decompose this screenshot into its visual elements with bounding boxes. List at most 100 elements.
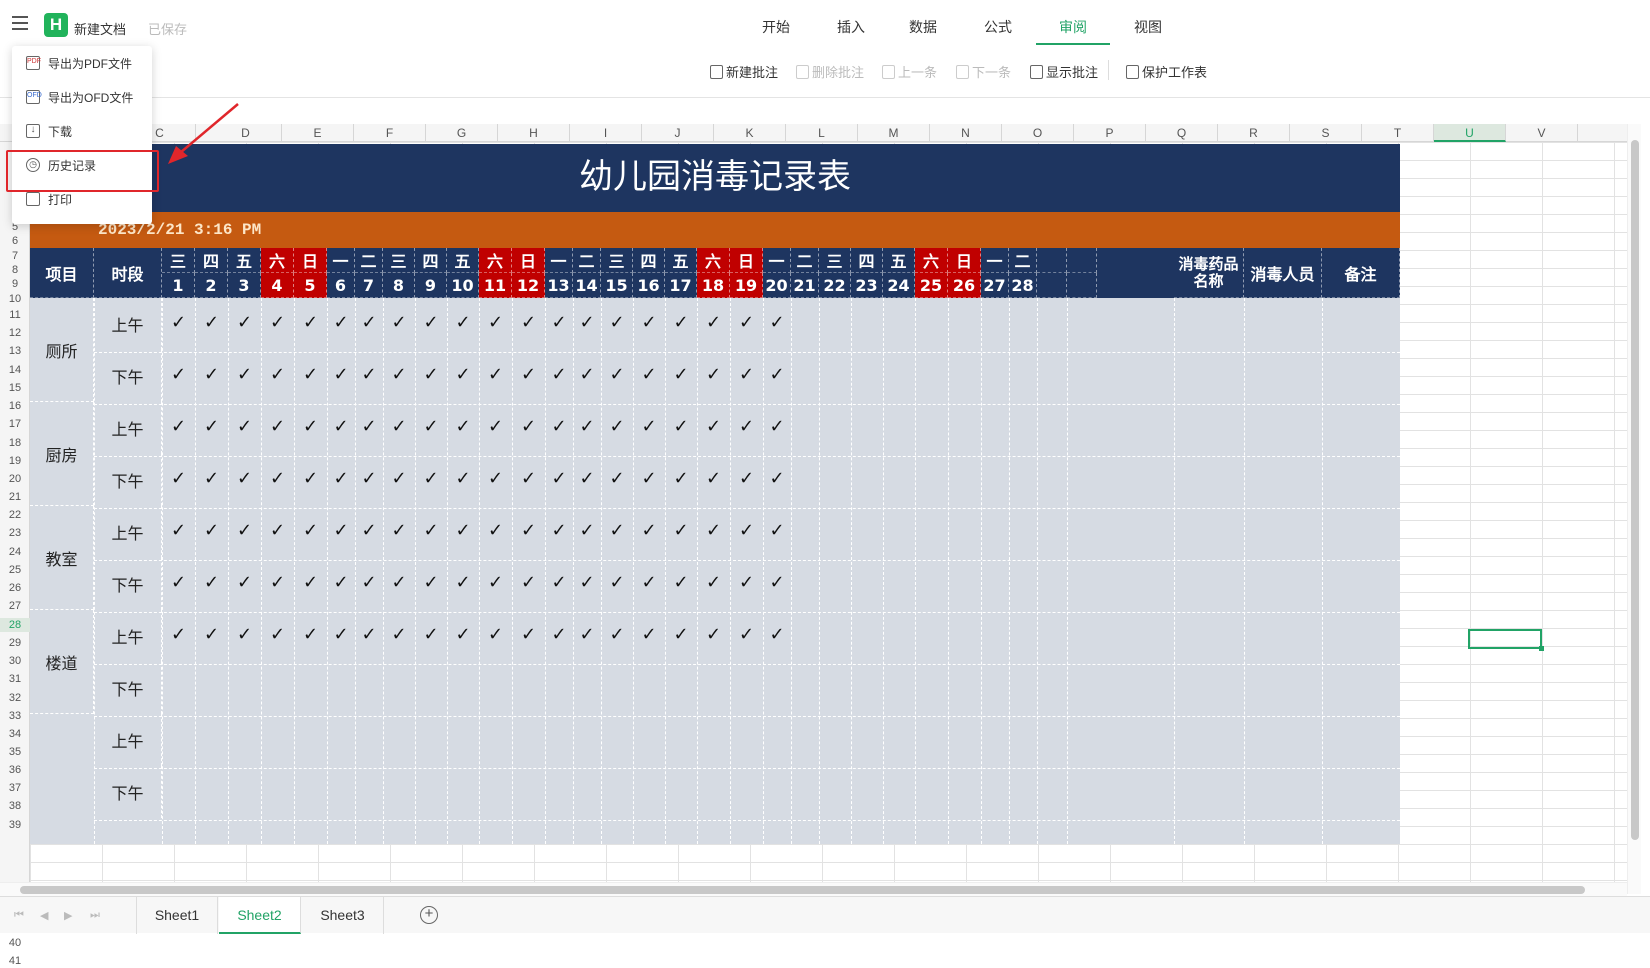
weekday-header[interactable] — [1067, 248, 1097, 273]
day-header[interactable]: 5 — [294, 273, 327, 298]
check-mark[interactable]: ✓ — [415, 312, 447, 333]
row-header[interactable]: 34 — [0, 727, 30, 741]
day-header[interactable]: 16 — [633, 273, 665, 298]
weekday-header[interactable]: 五 — [228, 248, 261, 273]
row-header[interactable]: 36 — [0, 763, 30, 777]
check-mark[interactable]: ✓ — [447, 312, 479, 333]
last-sheet-icon[interactable]: ⏭ — [90, 909, 100, 922]
check-mark[interactable]: ✓ — [163, 624, 195, 645]
check-mark[interactable]: ✓ — [196, 312, 228, 333]
day-header[interactable]: 13 — [545, 273, 573, 298]
check-mark[interactable]: ✓ — [383, 364, 415, 385]
check-mark[interactable]: ✓ — [698, 312, 730, 333]
check-mark[interactable]: ✓ — [731, 468, 763, 489]
check-mark[interactable]: ✓ — [353, 572, 385, 593]
check-mark[interactable]: ✓ — [415, 364, 447, 385]
check-mark[interactable]: ✓ — [731, 364, 763, 385]
day-header[interactable]: 10 — [447, 273, 479, 298]
day-header[interactable]: 15 — [601, 273, 633, 298]
check-mark[interactable]: ✓ — [761, 624, 793, 645]
check-mark[interactable]: ✓ — [196, 624, 228, 645]
check-mark[interactable]: ✓ — [163, 416, 195, 437]
row-header[interactable]: 17 — [0, 417, 30, 431]
check-mark[interactable]: ✓ — [761, 520, 793, 541]
check-mark[interactable]: ✓ — [295, 468, 327, 489]
check-mark[interactable]: ✓ — [633, 312, 665, 333]
tab-review[interactable]: 审阅 — [1059, 17, 1087, 37]
column-header[interactable]: Q — [1146, 124, 1218, 142]
check-mark[interactable]: ✓ — [295, 312, 327, 333]
column-header[interactable]: I — [570, 124, 642, 142]
column-header[interactable]: O — [1002, 124, 1074, 142]
check-mark[interactable]: ✓ — [731, 624, 763, 645]
tab-formula[interactable]: 公式 — [984, 17, 1012, 37]
horizontal-scrollbar[interactable] — [0, 882, 1627, 896]
category-label[interactable]: 厨房 — [30, 402, 94, 506]
check-mark[interactable]: ✓ — [731, 416, 763, 437]
vertical-scrollbar[interactable] — [1627, 124, 1641, 894]
check-mark[interactable]: ✓ — [383, 312, 415, 333]
check-mark[interactable]: ✓ — [601, 364, 633, 385]
row-header[interactable]: 10 — [0, 292, 30, 306]
day-header[interactable]: 26 — [948, 273, 981, 298]
check-mark[interactable]: ✓ — [571, 624, 603, 645]
weekday-header[interactable]: 日 — [948, 248, 981, 273]
header-note[interactable]: 备注 — [1322, 248, 1400, 298]
horizontal-scroll-thumb[interactable] — [20, 886, 1585, 894]
row-header[interactable]: 12 — [0, 326, 30, 340]
day-header[interactable]: 3 — [228, 273, 261, 298]
row-header[interactable]: 18 — [0, 436, 30, 450]
sheet-tab-2[interactable]: Sheet2 — [219, 897, 301, 934]
check-mark[interactable]: ✓ — [761, 364, 793, 385]
weekday-header[interactable]: 日 — [512, 248, 545, 273]
check-mark[interactable]: ✓ — [513, 312, 545, 333]
row-header[interactable]: 6 — [0, 234, 30, 248]
next-comment-button[interactable]: 下一条 — [956, 62, 1011, 81]
check-mark[interactable]: ✓ — [665, 416, 697, 437]
check-mark[interactable]: ✓ — [415, 416, 447, 437]
row-header[interactable]: 41 — [0, 954, 30, 968]
check-mark[interactable]: ✓ — [698, 572, 730, 593]
row-header[interactable]: 39 — [0, 818, 30, 832]
row-header[interactable]: 28 — [0, 618, 30, 632]
check-mark[interactable]: ✓ — [665, 520, 697, 541]
weekday-header[interactable]: 六 — [915, 248, 948, 273]
check-mark[interactable]: ✓ — [229, 468, 261, 489]
check-mark[interactable]: ✓ — [163, 312, 195, 333]
column-header[interactable]: K — [714, 124, 786, 142]
row-header[interactable]: 7 — [0, 249, 30, 263]
check-mark[interactable]: ✓ — [571, 312, 603, 333]
check-mark[interactable]: ✓ — [447, 468, 479, 489]
check-mark[interactable]: ✓ — [229, 312, 261, 333]
weekday-header[interactable]: 六 — [261, 248, 294, 273]
check-mark[interactable]: ✓ — [295, 416, 327, 437]
row-header[interactable]: 27 — [0, 599, 30, 613]
check-mark[interactable]: ✓ — [262, 416, 294, 437]
check-mark[interactable]: ✓ — [229, 364, 261, 385]
weekday-header[interactable]: 日 — [294, 248, 327, 273]
category-label[interactable]: 厕所 — [30, 298, 94, 402]
check-mark[interactable]: ✓ — [196, 520, 228, 541]
document-title[interactable]: 新建文档 — [74, 19, 126, 38]
check-mark[interactable]: ✓ — [633, 416, 665, 437]
check-mark[interactable]: ✓ — [633, 624, 665, 645]
row-header[interactable]: 24 — [0, 545, 30, 559]
check-mark[interactable]: ✓ — [383, 468, 415, 489]
check-mark[interactable]: ✓ — [571, 572, 603, 593]
column-header[interactable]: S — [1290, 124, 1362, 142]
check-mark[interactable]: ✓ — [698, 364, 730, 385]
weekday-header[interactable]: 三 — [819, 248, 851, 273]
weekday-header[interactable]: 六 — [697, 248, 730, 273]
column-header[interactable]: V — [1506, 124, 1578, 142]
menu-item-export-pdf[interactable]: PDF 导出为PDF文件 — [12, 46, 152, 80]
check-mark[interactable]: ✓ — [761, 572, 793, 593]
check-mark[interactable]: ✓ — [571, 520, 603, 541]
weekday-header[interactable]: 日 — [730, 248, 763, 273]
check-mark[interactable]: ✓ — [262, 520, 294, 541]
day-header[interactable]: 17 — [665, 273, 697, 298]
check-mark[interactable]: ✓ — [633, 468, 665, 489]
check-mark[interactable]: ✓ — [480, 364, 512, 385]
check-mark[interactable]: ✓ — [353, 624, 385, 645]
column-header[interactable]: H — [498, 124, 570, 142]
day-header[interactable]: 22 — [819, 273, 851, 298]
